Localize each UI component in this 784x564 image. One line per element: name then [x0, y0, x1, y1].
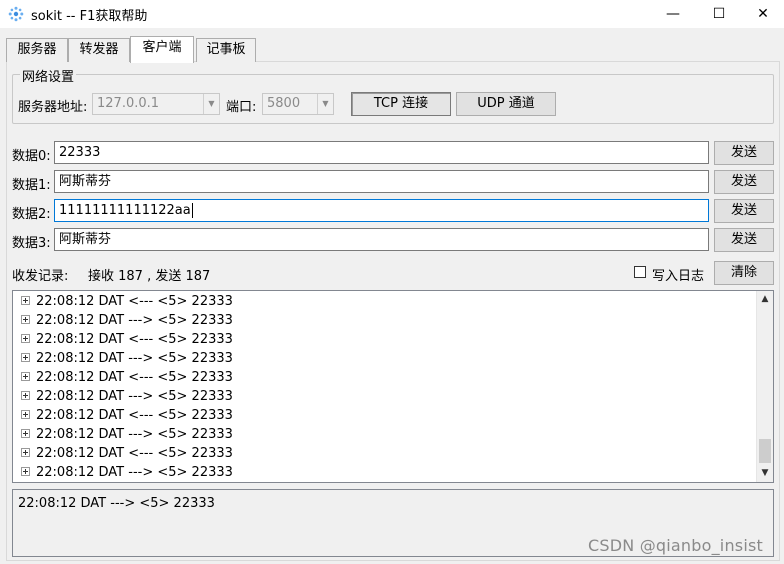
expand-icon[interactable] [21, 334, 30, 343]
data1-input[interactable]: 阿斯蒂芬 [54, 170, 709, 193]
chevron-down-icon[interactable]: ▼ [317, 94, 333, 114]
log-detail-text: 22:08:12 DAT ---> <5> 22333 [18, 496, 215, 511]
expand-icon[interactable] [21, 429, 30, 438]
server-address-value: 127.0.0.1 [97, 96, 160, 111]
expand-icon[interactable] [21, 410, 30, 419]
tab-notepad[interactable]: 记事板 [196, 38, 256, 62]
server-address-combo[interactable]: 127.0.0.1 ▼ [92, 93, 220, 115]
log-label: 收发记录: [12, 269, 69, 284]
log-entry[interactable]: 22:08:12 DAT <--- <5> 22333 [21, 406, 233, 425]
log-entry[interactable]: 22:08:12 DAT <--- <5> 22333 [21, 330, 233, 349]
close-button[interactable]: ✕ [740, 0, 784, 28]
expand-icon[interactable] [21, 315, 30, 324]
send-button-3[interactable]: 发送 [714, 228, 774, 252]
port-value: 5800 [267, 96, 301, 111]
expand-icon[interactable] [21, 448, 30, 457]
log-entry[interactable]: 22:08:12 DAT <--- <5> 22333 [21, 292, 233, 311]
data2-label: 数据2: [12, 207, 51, 222]
write-log-checkbox[interactable] [634, 266, 646, 278]
tab-forwarder[interactable]: 转发器 [68, 38, 130, 62]
data0-label: 数据0: [12, 149, 51, 164]
log-entry[interactable]: 22:08:12 DAT <--- <5> 22333 [21, 368, 233, 387]
chevron-down-icon[interactable]: ▼ [203, 94, 219, 114]
tab-server[interactable]: 服务器 [6, 38, 68, 62]
send-button-1[interactable]: 发送 [714, 170, 774, 194]
data1-label: 数据1: [12, 178, 51, 193]
udp-channel-button[interactable]: UDP 通道 [456, 92, 556, 116]
maximize-button[interactable]: ☐ [696, 0, 742, 28]
tab-client[interactable]: 客户端 [130, 36, 194, 63]
data2-input[interactable]: 11111111111122aa [54, 199, 709, 222]
expand-icon[interactable] [21, 467, 30, 476]
scroll-down-icon[interactable]: ▼ [757, 465, 773, 482]
send-button-0[interactable]: 发送 [714, 141, 774, 165]
minimize-button[interactable]: — [650, 0, 696, 28]
expand-icon[interactable] [21, 296, 30, 305]
data3-label: 数据3: [12, 236, 51, 251]
expand-icon[interactable] [21, 353, 30, 362]
data3-input[interactable]: 阿斯蒂芬 [54, 228, 709, 251]
gear-icon [8, 6, 24, 22]
log-entry[interactable]: 22:08:12 DAT ---> <5> 22333 [21, 463, 233, 482]
send-button-2[interactable]: 发送 [714, 199, 774, 223]
window-title: sokit -- F1获取帮助 [31, 9, 148, 24]
scroll-up-icon[interactable]: ▲ [757, 291, 773, 308]
title-bar: sokit -- F1获取帮助 — ☐ ✕ [0, 0, 784, 28]
server-address-label: 服务器地址: [18, 100, 88, 115]
network-settings-title: 网络设置 [20, 66, 77, 85]
log-entry[interactable]: 22:08:12 DAT ---> <5> 22333 [21, 387, 233, 406]
write-log-label: 写入日志 [652, 269, 705, 284]
log-tree[interactable]: 22:08:12 DAT <--- <5> 22333 22:08:12 DAT… [12, 290, 774, 483]
watermark: CSDN @qianbo_insist [588, 536, 763, 555]
log-stats: 接收 187 , 发送 187 [88, 269, 211, 284]
log-scrollbar[interactable]: ▲ ▼ [756, 291, 773, 482]
clear-button[interactable]: 清除 [714, 261, 774, 285]
text-caret [191, 203, 193, 218]
scroll-thumb[interactable] [759, 439, 771, 463]
port-label: 端口: [226, 100, 257, 115]
log-entry[interactable]: 22:08:12 DAT ---> <5> 22333 [21, 349, 233, 368]
log-entry[interactable]: 22:08:12 DAT ---> <5> 22333 [21, 311, 233, 330]
log-entry[interactable]: 22:08:12 DAT <--- <5> 22333 [21, 444, 233, 463]
expand-icon[interactable] [21, 391, 30, 400]
port-combo[interactable]: 5800 ▼ [262, 93, 334, 115]
log-entry[interactable]: 22:08:12 DAT ---> <5> 22333 [21, 425, 233, 444]
tcp-connect-button[interactable]: TCP 连接 [351, 92, 451, 116]
data0-input[interactable]: 22333 [54, 141, 709, 164]
expand-icon[interactable] [21, 372, 30, 381]
